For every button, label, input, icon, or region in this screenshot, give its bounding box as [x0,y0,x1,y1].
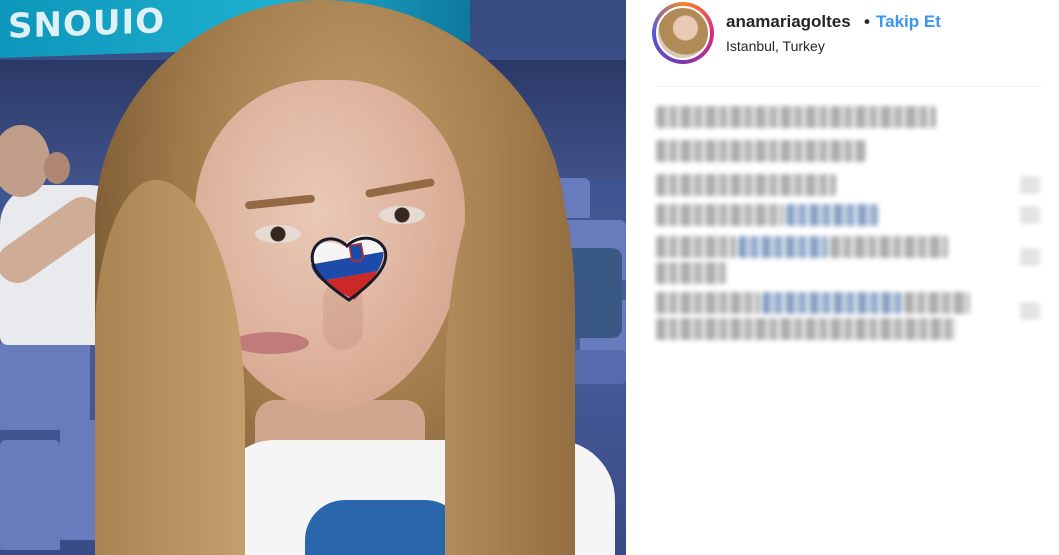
username-link[interactable]: anamariagoltes [726,12,851,32]
photo-overlay [0,0,626,555]
follow-button[interactable]: Takip Et [876,12,941,32]
blurred-text [656,106,936,128]
location-link[interactable]: Istanbul, Turkey [726,38,825,54]
avatar[interactable] [656,6,710,60]
blurred-text [656,140,866,162]
post-photo[interactable]: SNOUIO [0,0,626,555]
blurred-link [786,204,878,226]
blurred-text [656,204,784,226]
blurred-like-icon [1020,248,1040,266]
blurred-text [656,318,956,340]
post-side-panel: anamariagoltes • Takip Et Istanbul, Turk… [626,0,1059,555]
blurred-text [656,174,836,196]
blurred-text [656,292,760,314]
blurred-text [830,236,948,258]
post-header: anamariagoltes • Takip Et Istanbul, Turk… [626,0,1059,86]
blurred-text [656,262,726,284]
blurred-link [738,236,828,258]
blurred-like-icon [1020,176,1040,194]
blurred-link [762,292,902,314]
separator-dot: • [864,12,870,31]
blurred-like-icon [1020,206,1040,224]
blurred-text [656,236,736,258]
blurred-text [904,292,970,314]
blurred-like-icon [1020,302,1040,320]
header-divider [656,86,1041,87]
